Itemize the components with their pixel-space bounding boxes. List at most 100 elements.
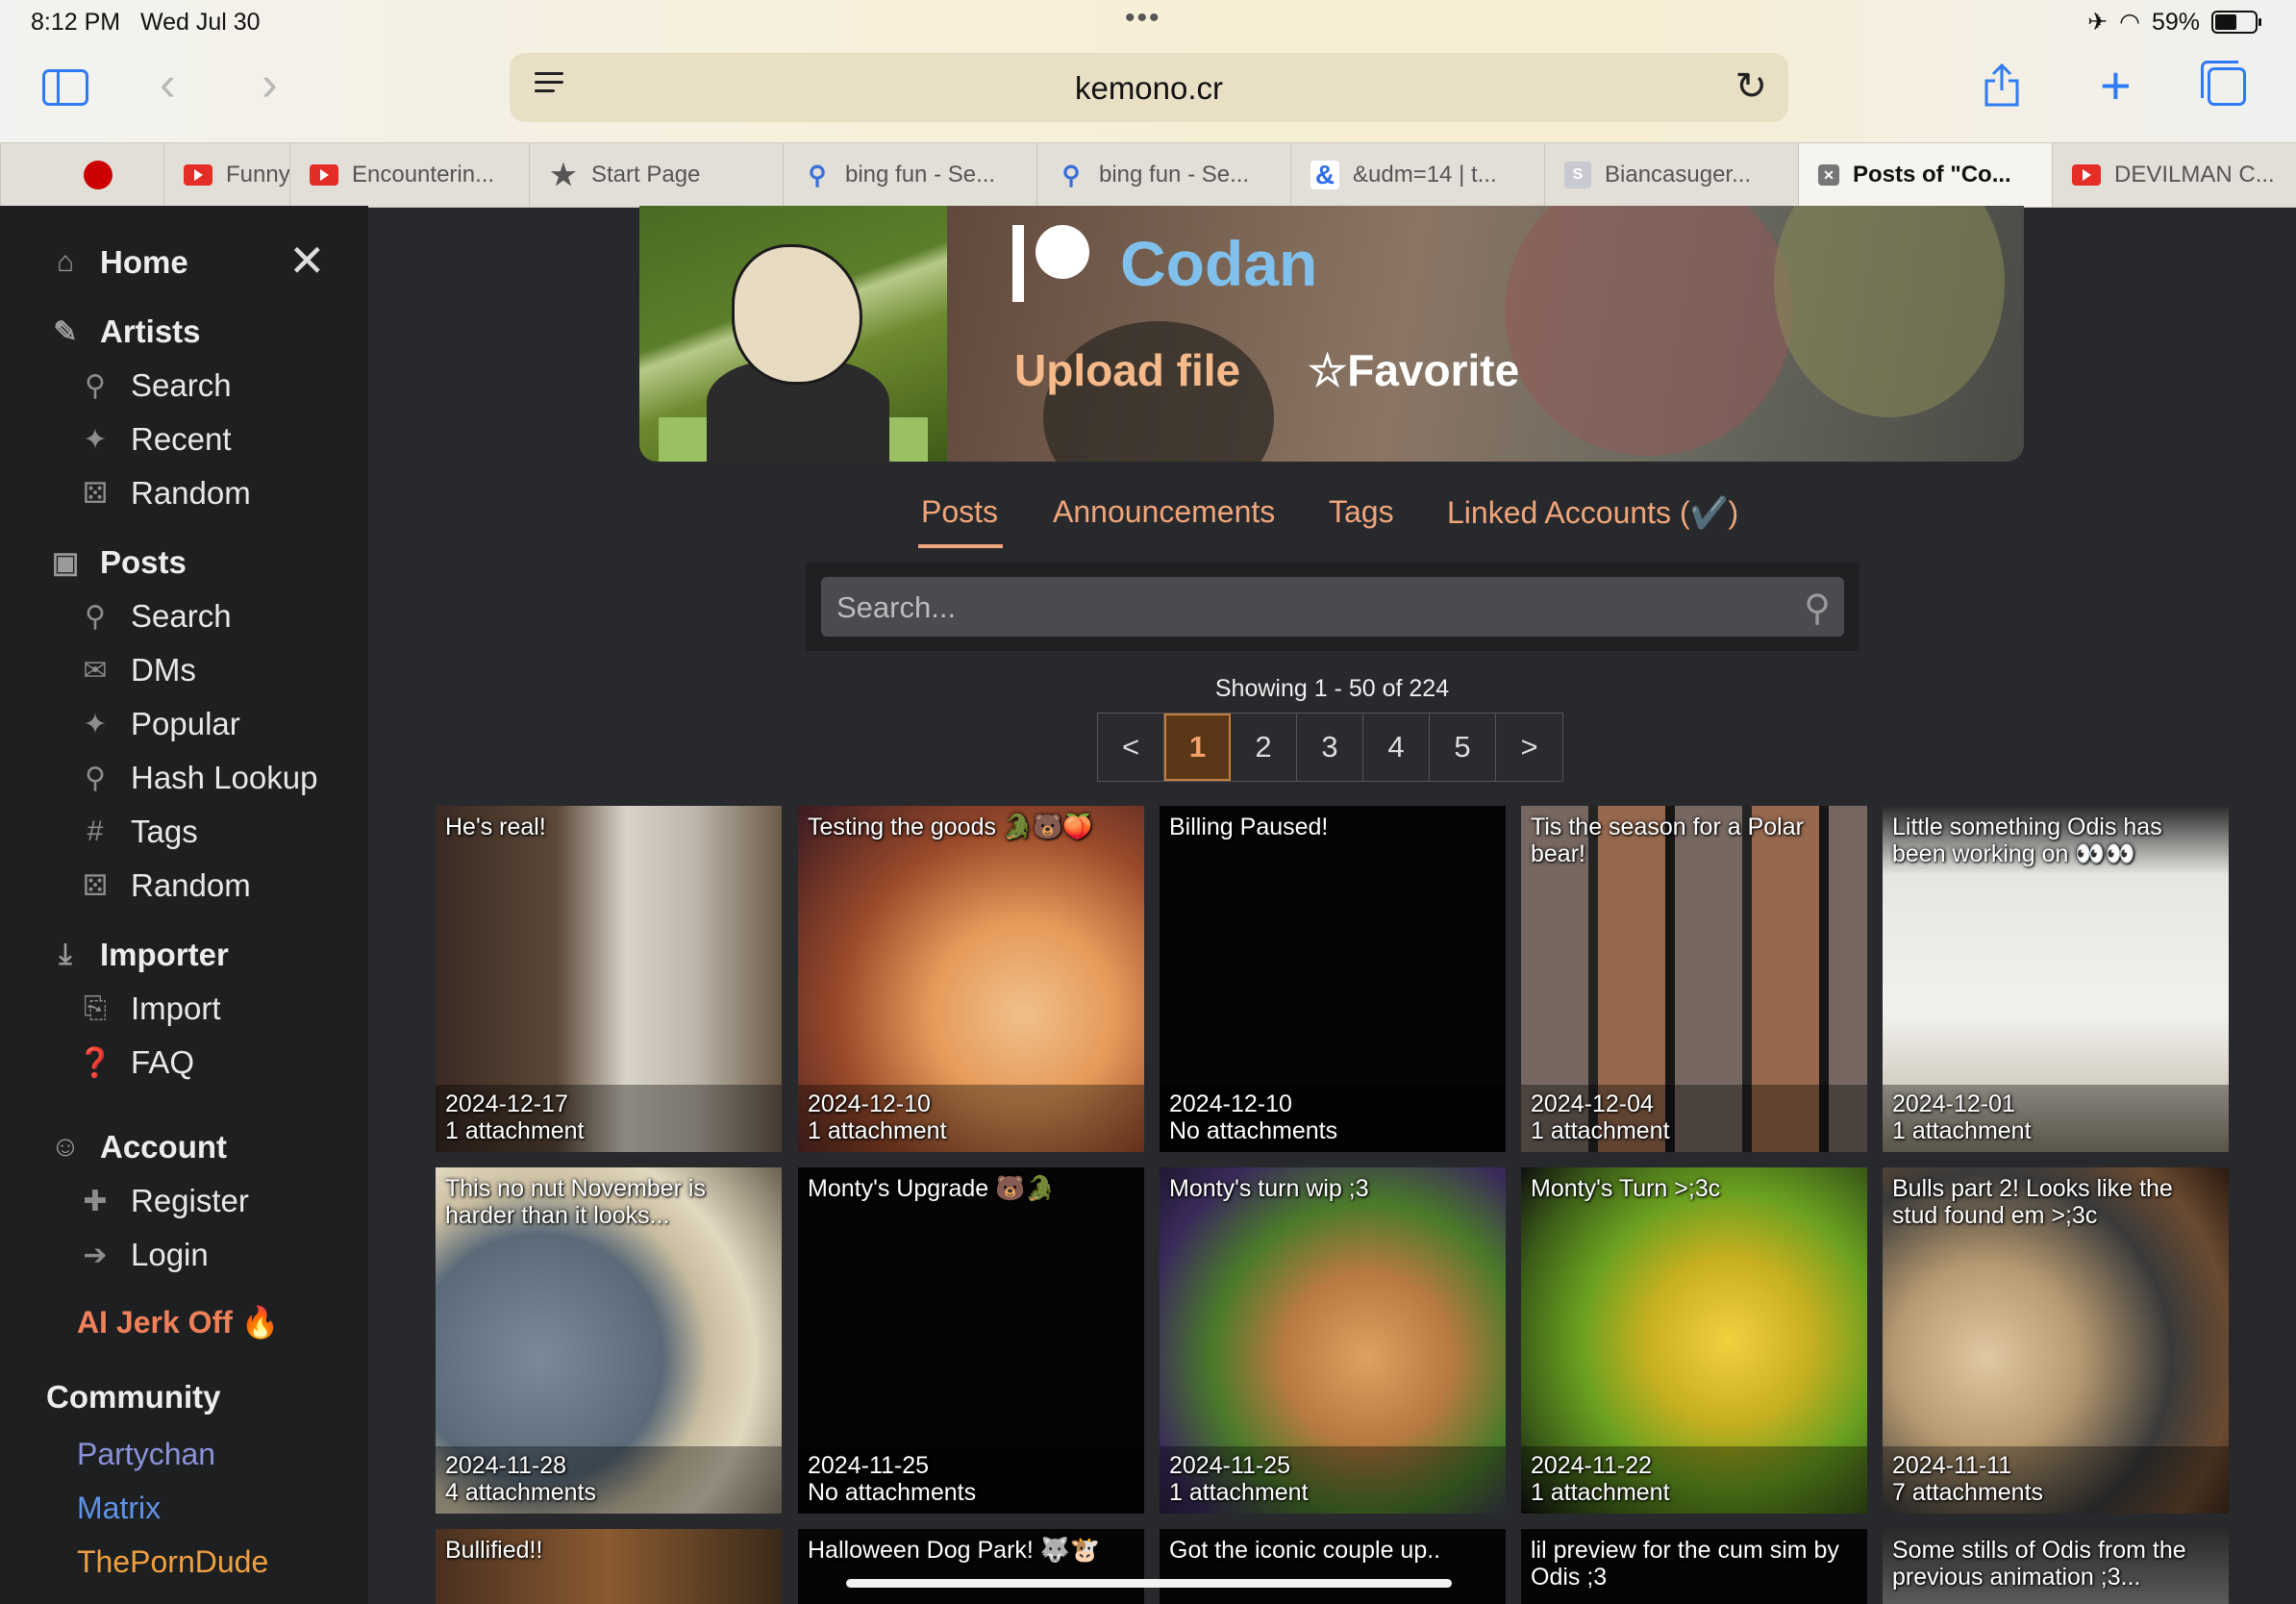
tab-4[interactable]: ★ Start Page [529, 143, 783, 207]
close-icon[interactable]: ✕ [288, 235, 326, 287]
new-tab-icon[interactable]: + [2100, 54, 2132, 116]
sidebar-item-register[interactable]: ✚ Register [77, 1183, 248, 1219]
search-box: ⚲ [821, 577, 1844, 639]
sparkle-icon: ✦ [83, 423, 108, 456]
artist-name[interactable]: Codan [1120, 227, 1317, 300]
artist-avatar[interactable] [639, 206, 947, 462]
page-5-button[interactable]: 5 [1430, 714, 1496, 781]
post-card[interactable]: Some stills of Odis from the previous an… [1883, 1529, 2229, 1604]
url-text[interactable]: kemono.cr [510, 70, 1788, 107]
post-card[interactable]: Tis the season for a Polar bear! 2024-12… [1521, 806, 1867, 1152]
post-title: Tis the season for a Polar bear! [1531, 814, 1804, 867]
battery-icon [2211, 11, 2261, 34]
share-icon[interactable] [1983, 62, 2021, 108]
post-date: 2024-12-01 [1892, 1090, 2015, 1117]
tab-announcements[interactable]: Announcements [1053, 494, 1275, 530]
close-tab-icon[interactable]: ✕ [1818, 164, 1839, 186]
sidebar-toggle-icon[interactable] [42, 69, 88, 106]
sidebar-item-label: Import [131, 990, 221, 1026]
tab-tags[interactable]: Tags [1329, 494, 1394, 530]
sidebar-item-label: Search [131, 598, 232, 634]
address-bar[interactable]: kemono.cr ↻ [510, 53, 1788, 122]
tab-6[interactable]: ⚲ bing fun - Se... [1036, 143, 1290, 207]
sidebar-item-import[interactable]: ⎘ Import [77, 990, 221, 1027]
tab-7[interactable]: & &udm=14 | t... [1290, 143, 1544, 207]
ai-promo-link[interactable]: AI Jerk Off 🔥 [77, 1304, 280, 1341]
page-4-button[interactable]: 4 [1363, 714, 1430, 781]
post-card[interactable]: Got the iconic couple up.. [1160, 1529, 1506, 1604]
import-icon: ⎘ [84, 992, 107, 1024]
youtube-icon [310, 164, 338, 186]
tab-3[interactable]: Encounterin... [289, 143, 529, 207]
tab-posts[interactable]: Posts [921, 494, 998, 530]
sidebar-item-label: Recent [131, 421, 232, 457]
page-2-button[interactable]: 2 [1231, 714, 1297, 781]
partychan-link[interactable]: Partychan [77, 1437, 215, 1472]
post-title: This no nut November is harder than it l… [445, 1175, 706, 1229]
post-card[interactable]: Halloween Dog Park! 🐺🐮 [798, 1529, 1144, 1604]
back-arrow-icon[interactable]: ‹ [160, 56, 176, 112]
upload-file-link[interactable]: Upload file [1014, 344, 1240, 396]
sidebar-item-artists-search[interactable]: ⚲ Search [77, 367, 232, 404]
page-3-button[interactable]: 3 [1297, 714, 1363, 781]
sidebar-item-posts-search[interactable]: ⚲ Search [77, 598, 232, 635]
tab-label: Posts of "Co... [1853, 162, 2011, 188]
post-title: lil preview for the cum sim by Odis ;3 [1531, 1537, 1839, 1591]
post-date: 2024-11-28 [445, 1452, 567, 1479]
status-time: 8:12 PM [31, 9, 121, 36]
sidebar-home-label: Home [100, 244, 188, 280]
search-icon[interactable]: ⚲ [1804, 587, 1831, 630]
tab-overview-icon[interactable] [2201, 61, 2246, 106]
forward-arrow-icon[interactable]: › [262, 56, 278, 112]
post-card[interactable]: lil preview for the cum sim by Odis ;3 [1521, 1529, 1867, 1604]
sidebar-item-faq[interactable]: ❓ FAQ [77, 1044, 194, 1081]
matrix-link[interactable]: Matrix [77, 1491, 161, 1526]
tab-8[interactable]: S Biancasuger... [1544, 143, 1798, 207]
post-card[interactable]: Bullified!! [436, 1529, 782, 1604]
post-card[interactable]: Monty's Turn >;3c 2024-11-22 1 attachment [1521, 1167, 1867, 1514]
tab-2[interactable]: Funny I [163, 143, 289, 207]
post-card[interactable]: He's real! 2024-12-17 1 attachment [436, 806, 782, 1152]
reload-icon[interactable]: ↻ [1734, 64, 1767, 109]
sidebar-item-hash-lookup[interactable]: ⚲ Hash Lookup [77, 760, 317, 796]
page-1-button[interactable]: 1 [1164, 714, 1231, 781]
post-attachments: 1 attachment [808, 1117, 947, 1144]
home-indicator[interactable] [846, 1579, 1452, 1588]
post-card[interactable]: Testing the goods 🐊🐻🍑 2024-12-10 1 attach… [798, 806, 1144, 1152]
login-icon: ➔ [83, 1239, 108, 1271]
post-date: 2024-12-10 [1169, 1090, 1292, 1117]
sidebar-home[interactable]: ⌂ Home [46, 244, 188, 281]
theporndude-link[interactable]: ThePornDude [77, 1544, 268, 1580]
post-date: 2024-12-10 [808, 1090, 931, 1117]
post-card[interactable]: Little something Odis has been working o… [1883, 806, 2229, 1152]
page-next-button[interactable]: > [1496, 714, 1562, 781]
sidebar-item-artists-recent[interactable]: ✦ Recent [77, 421, 232, 458]
page-prev-button[interactable]: < [1098, 714, 1164, 781]
post-card[interactable]: Bulls part 2! Looks like the stud found … [1883, 1167, 2229, 1514]
panda-icon [84, 161, 112, 189]
status-indicators: ✈ ◠ 59% [2087, 8, 2261, 37]
post-card[interactable]: Monty's Upgrade 🐻🐊 2024-11-25 No attachme… [798, 1167, 1144, 1514]
tab-1[interactable] [0, 143, 163, 207]
tab-5[interactable]: ⚲ bing fun - Se... [783, 143, 1036, 207]
airplane-icon: ✈ [2087, 9, 2109, 36]
tab-linked-accounts[interactable]: Linked Accounts (✔️) [1447, 494, 1738, 531]
post-attachments: 4 attachments [445, 1479, 597, 1506]
sidebar-item-posts-random[interactable]: ⚄ Random [77, 867, 251, 904]
tab-10[interactable]: DEVILMAN C... [2052, 143, 2296, 207]
search-input[interactable] [821, 577, 1781, 639]
sidebar-item-popular[interactable]: ✦ Popular [77, 706, 239, 742]
sidebar-item-login[interactable]: ➔ Login [77, 1237, 208, 1273]
favorite-button[interactable]: ☆Favorite [1308, 344, 1519, 396]
post-card[interactable]: Monty's turn wip ;3 2024-11-25 1 attachme… [1160, 1167, 1506, 1514]
post-card[interactable]: This no nut November is harder than it l… [436, 1167, 782, 1514]
tab-9-active[interactable]: ✕ Posts of "Co... [1798, 143, 2052, 207]
sidebar-item-tags[interactable]: # Tags [77, 814, 198, 850]
results-count: Showing 1 - 50 of 224 [1214, 675, 1450, 702]
post-card[interactable]: Billing Paused! 2024-12-10 No attachments [1160, 806, 1506, 1152]
multitasking-dots-icon[interactable]: ••• [1125, 2, 1161, 35]
section-title: Account [100, 1129, 227, 1165]
youtube-icon [184, 164, 212, 186]
post-date: 2024-11-25 [808, 1452, 930, 1479]
post-title: He's real! [445, 814, 546, 840]
